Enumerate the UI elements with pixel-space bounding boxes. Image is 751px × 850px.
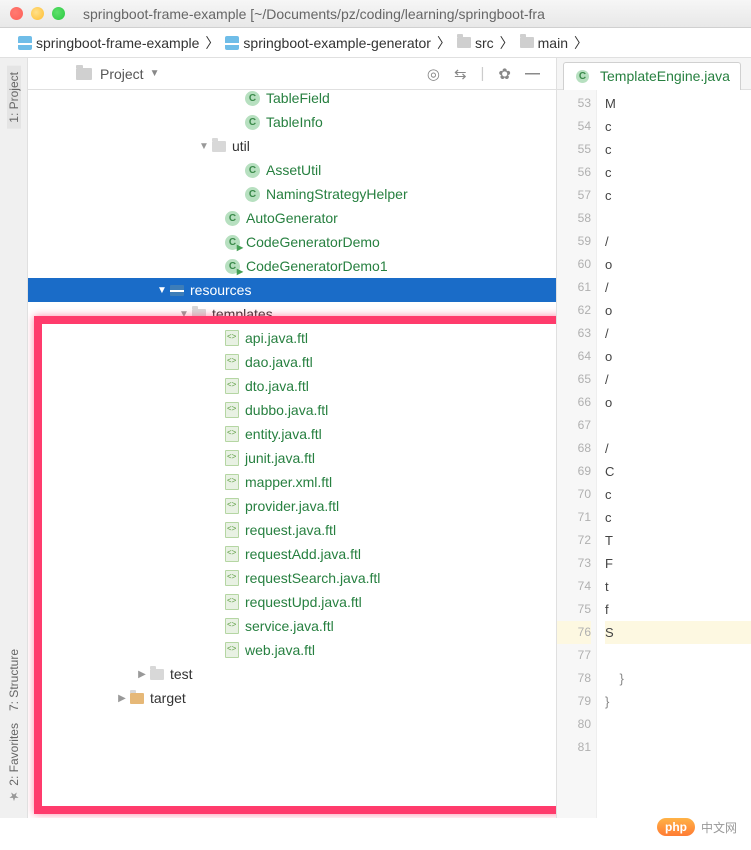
project-icon (76, 68, 92, 80)
tree-node-file[interactable]: junit.java.ftl (28, 446, 556, 470)
tree-node-file[interactable]: dao.java.ftl (28, 350, 556, 374)
tree-node-file[interactable]: entity.java.ftl (28, 422, 556, 446)
ftl-file-icon (225, 498, 239, 514)
code-text[interactable]: Mcccc /o/o/o/o /CccTFtfS }} (597, 90, 751, 818)
ftl-file-icon (225, 570, 239, 586)
breadcrumb-item[interactable]: springboot-frame-example (18, 35, 199, 51)
tree-node-file[interactable]: requestSearch.java.ftl (28, 566, 556, 590)
tree-node-resources[interactable]: resources (28, 278, 556, 302)
tree-node-file[interactable]: dto.java.ftl (28, 374, 556, 398)
tree-node-file[interactable]: dubbo.java.ftl (28, 398, 556, 422)
editor-tab[interactable]: CTemplateEngine.java (563, 62, 741, 90)
class-run-icon: C (225, 235, 240, 250)
ftl-file-icon (225, 354, 239, 370)
target-icon[interactable]: ◎ (427, 65, 440, 83)
titlebar: springboot-frame-example [~/Documents/pz… (0, 0, 751, 28)
expand-arrow-icon[interactable] (178, 309, 190, 320)
tree-node-file[interactable]: service.java.ftl (28, 614, 556, 638)
folder-icon (130, 693, 144, 704)
tree-node-file[interactable]: api.java.ftl (28, 326, 556, 350)
chevron-right-icon: 〉 (574, 33, 588, 53)
module-icon (225, 36, 239, 50)
folder-icon (150, 669, 164, 680)
breadcrumb-item[interactable]: springboot-example-generator (225, 35, 431, 51)
star-icon: ★ (7, 790, 21, 804)
class-icon: C (245, 187, 260, 202)
module-icon (18, 36, 32, 50)
ftl-file-icon (225, 546, 239, 562)
tree-node-file[interactable]: mapper.xml.ftl (28, 470, 556, 494)
collapse-icon[interactable]: ⇆ (454, 65, 467, 83)
tree-node-class[interactable]: CTableInfo (28, 110, 556, 134)
tree-node-file[interactable]: web.java.ftl (28, 638, 556, 662)
class-run-icon: C (225, 259, 240, 274)
ftl-file-icon (225, 426, 239, 442)
close-window-button[interactable] (10, 7, 23, 20)
tree-node-package[interactable]: util (28, 134, 556, 158)
breadcrumb-item[interactable]: src (457, 35, 494, 51)
ftl-file-icon (225, 522, 239, 538)
tree-node-folder[interactable]: target (28, 686, 556, 710)
ftl-file-icon (225, 594, 239, 610)
class-icon: C (245, 91, 260, 106)
code-area[interactable]: 5354555657585960616263646566676869707172… (557, 90, 751, 818)
package-icon (212, 141, 226, 152)
breadcrumb: springboot-frame-example 〉 springboot-ex… (0, 28, 751, 58)
tree-node-class[interactable]: CCodeGeneratorDemo (28, 230, 556, 254)
ftl-file-icon (225, 378, 239, 394)
tree-node-file[interactable]: request.java.ftl (28, 518, 556, 542)
project-tree[interactable]: entity CTableField CTableInfo util CAsse… (28, 58, 556, 710)
tree-node-folder[interactable]: test (28, 662, 556, 686)
class-icon: C (576, 70, 589, 83)
tool-tab-project[interactable]: 1: Project (7, 66, 21, 129)
tree-node-file[interactable]: requestUpd.java.ftl (28, 590, 556, 614)
folder-icon (192, 309, 206, 320)
tool-tab-structure[interactable]: 7: Structure (7, 643, 21, 717)
ftl-file-icon (225, 330, 239, 346)
tool-window-strip: 1: Project 7: Structure ★2: Favorites (0, 58, 28, 818)
folder-icon (457, 37, 471, 48)
watermark: php 中文网 (657, 818, 737, 836)
expand-arrow-icon[interactable] (116, 693, 128, 704)
chevron-right-icon: 〉 (500, 33, 514, 53)
folder-icon (520, 37, 534, 48)
tool-tab-favorites[interactable]: ★2: Favorites (7, 717, 21, 810)
expand-arrow-icon[interactable] (156, 285, 168, 296)
ftl-file-icon (225, 642, 239, 658)
chevron-right-icon: 〉 (437, 33, 451, 53)
ftl-file-icon (225, 450, 239, 466)
tree-node-class[interactable]: CAutoGenerator (28, 206, 556, 230)
tree-node-class[interactable]: CNamingStrategyHelper (28, 182, 556, 206)
breadcrumb-item[interactable]: main (520, 35, 568, 51)
ftl-file-icon (225, 402, 239, 418)
window-title: springboot-frame-example [~/Documents/pz… (83, 6, 545, 22)
expand-arrow-icon[interactable] (198, 141, 210, 152)
editor-panel: CTemplateEngine.java 5354555657585960616… (556, 58, 751, 818)
php-logo-icon: php (657, 818, 695, 836)
hide-panel-button[interactable]: — (525, 65, 540, 82)
minimize-window-button[interactable] (31, 7, 44, 20)
tree-node-file[interactable]: requestAdd.java.ftl (28, 542, 556, 566)
tree-node-class[interactable]: CAssetUtil (28, 158, 556, 182)
class-icon: C (245, 163, 260, 178)
editor-tab-bar: CTemplateEngine.java (557, 58, 751, 90)
project-header: Project ▼ ◎ ⇆ | ✿ — (28, 58, 556, 90)
ftl-file-icon (225, 474, 239, 490)
gear-icon[interactable]: ✿ (498, 65, 511, 83)
class-icon: C (245, 115, 260, 130)
resources-icon (170, 285, 184, 296)
chevron-right-icon: 〉 (205, 33, 219, 53)
tree-node-file[interactable]: provider.java.ftl (28, 494, 556, 518)
tree-node-class[interactable]: CCodeGeneratorDemo1 (28, 254, 556, 278)
project-label[interactable]: Project (100, 66, 144, 82)
class-icon: C (225, 211, 240, 226)
expand-arrow-icon[interactable] (136, 669, 148, 680)
line-gutter: 5354555657585960616263646566676869707172… (557, 90, 597, 818)
project-pane: entity CTableField CTableInfo util CAsse… (28, 58, 556, 818)
dropdown-caret-icon[interactable]: ▼ (150, 68, 160, 79)
zoom-window-button[interactable] (52, 7, 65, 20)
ftl-file-icon (225, 618, 239, 634)
tree-node-folder[interactable]: templates (28, 302, 556, 326)
